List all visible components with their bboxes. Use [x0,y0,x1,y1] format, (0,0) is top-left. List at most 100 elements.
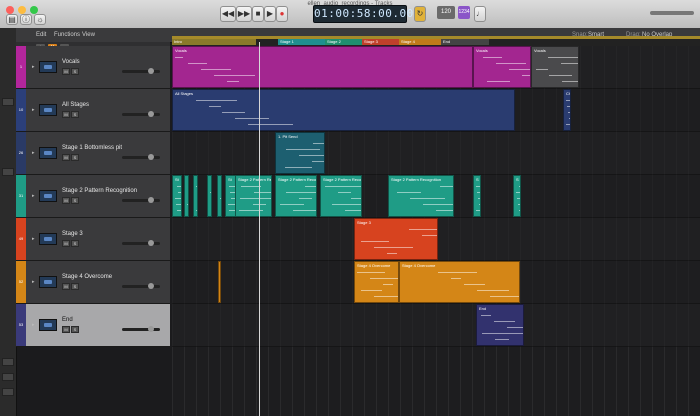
metronome-button[interactable]: ♩ [474,6,486,22]
region[interactable] [218,261,221,303]
library-button[interactable]: ▤ [6,14,18,25]
rewind-button[interactable]: ◀◀ [220,6,236,22]
region[interactable]: Vocals [172,46,473,88]
fast-forward-button[interactable]: ▶▶ [236,6,252,22]
functions-menu[interactable]: Functions [54,31,80,39]
mute-button[interactable]: M [62,240,70,247]
solo-button[interactable]: S [71,283,79,290]
marker[interactable]: End [441,39,489,45]
region[interactable]: All Stages [172,89,515,131]
region[interactable] [193,175,198,217]
close-window-button[interactable] [6,6,14,14]
disclosure-triangle-icon[interactable]: ▸ [32,193,35,199]
region[interactable]: Stage 2 Pattern Recog [275,175,317,217]
track-name[interactable]: End [62,317,73,323]
track-name[interactable]: Stage 3 [62,231,83,237]
track-volume-slider[interactable] [122,68,160,74]
marker[interactable]: Stage 3 [362,39,399,45]
region[interactable]: Stage 2 Pattern Recog [320,175,362,217]
playhead[interactable] [259,42,260,416]
region[interactable]: St [172,175,182,217]
inspector-button[interactable] [2,388,14,396]
track-header[interactable]: 26 ▸ Stage 1 Bottomless pit M S [16,132,170,175]
disclosure-triangle-icon[interactable]: ▸ [32,64,35,70]
track-volume-slider[interactable] [122,111,160,117]
track-header[interactable]: 49 ▸ Stage 3 MS [16,218,170,261]
solo-button[interactable]: S [71,154,79,161]
inspector-button[interactable] [2,168,14,176]
mute-button[interactable]: M [62,197,70,204]
marker[interactable]: Stage 4 [399,39,441,45]
region[interactable]: Stage 3 [354,218,438,260]
record-button[interactable]: ● [276,6,288,22]
region[interactable]: Stage 2 Pattern Recognition [388,175,454,217]
mute-button[interactable]: M [62,111,70,118]
stop-button[interactable]: ■ [252,6,264,22]
zoom-window-button[interactable] [30,6,38,14]
marker[interactable]: Stage 1 [278,39,326,45]
solo-button[interactable]: S [71,326,79,333]
mute-button[interactable]: M [62,68,70,75]
master-volume-slider[interactable] [650,11,694,15]
region[interactable]: End [476,304,524,346]
solo-button[interactable]: S [71,68,79,75]
region[interactable]: Vocals [473,46,531,88]
region[interactable] [184,175,189,217]
minimize-window-button[interactable] [18,6,26,14]
region[interactable]: Stage 4 Overcome [399,261,520,303]
track-lane[interactable] [172,132,700,175]
disclosure-triangle-icon[interactable]: ▸ [32,322,35,328]
inspector-button[interactable] [2,98,14,106]
tuner-button[interactable]: 120 [437,6,455,19]
solo-button[interactable]: S [71,197,79,204]
time-display[interactable]: 01:00:58:00.00 [313,5,413,23]
track-volume-slider[interactable] [122,283,160,289]
inspector-button[interactable] [2,358,14,366]
region[interactable]: Stage 2 Pattern Recog [235,175,272,217]
edit-menu[interactable]: Edit [36,31,46,39]
smart-controls-button[interactable]: ☼ [34,14,46,25]
marker-track[interactable]: Intro Stage 1 Stage 2 Stage 3 Stage 4 End [172,39,700,46]
region[interactable]: 1. Pit Send [275,132,325,174]
track-name[interactable]: Stage 4 Overcome [62,274,112,280]
track-volume-slider[interactable] [122,197,160,203]
track-header[interactable]: 53 ▸ End M S [16,304,170,347]
mute-button[interactable]: M [62,154,70,161]
region[interactable]: S [473,175,481,217]
view-menu[interactable]: View [82,31,95,39]
track-name[interactable]: Stage 1 Bottomless pit [62,145,122,151]
region[interactable]: Stage 4 Overcome [354,261,399,303]
disclosure-triangle-icon[interactable]: ▸ [32,150,35,156]
track-header[interactable]: 1 ▸ Vocals M S [16,46,170,89]
solo-button[interactable]: S [71,111,79,118]
inspector-button[interactable] [2,373,14,381]
region[interactable] [207,175,212,217]
marker[interactable]: Stage 2 [325,39,362,45]
region[interactable]: S [513,175,521,217]
play-button[interactable]: ▶ [264,6,276,22]
track-lane[interactable] [172,304,700,347]
solo-button[interactable]: S [71,240,79,247]
region[interactable]: Ch [563,89,571,131]
cycle-button[interactable]: ↻ [414,6,426,22]
track-volume-slider[interactable] [122,326,160,332]
disclosure-triangle-icon[interactable]: ▸ [32,279,35,285]
track-header[interactable]: 52 ▸ Stage 4 Overcome M S [16,261,170,304]
mute-button[interactable]: M [62,326,70,333]
track-name[interactable]: All Stages [62,102,89,108]
info-button[interactable]: ⓘ [20,14,32,25]
track-name[interactable]: Vocals [62,59,80,65]
disclosure-triangle-icon[interactable]: ▸ [32,107,35,113]
mute-button[interactable]: M [62,283,70,290]
track-name[interactable]: Stage 2 Pattern Recognition [62,188,137,194]
track-volume-slider[interactable] [122,240,160,246]
region[interactable]: Vocals [531,46,579,88]
track-header[interactable]: 10 ▸ All Stages M S [16,89,170,132]
region[interactable] [217,175,222,217]
arrange-area[interactable]: Vocals Vocals Vocals All Stages Ch 1. Pit Sen… [172,46,700,416]
marker[interactable]: Intro [172,39,256,45]
track-volume-slider[interactable] [122,154,160,160]
disclosure-triangle-icon[interactable]: ▸ [32,236,35,242]
track-header[interactable]: 31 ▸ Stage 2 Pattern Recognition M S [16,175,170,218]
track-instrument-icon [39,61,57,73]
